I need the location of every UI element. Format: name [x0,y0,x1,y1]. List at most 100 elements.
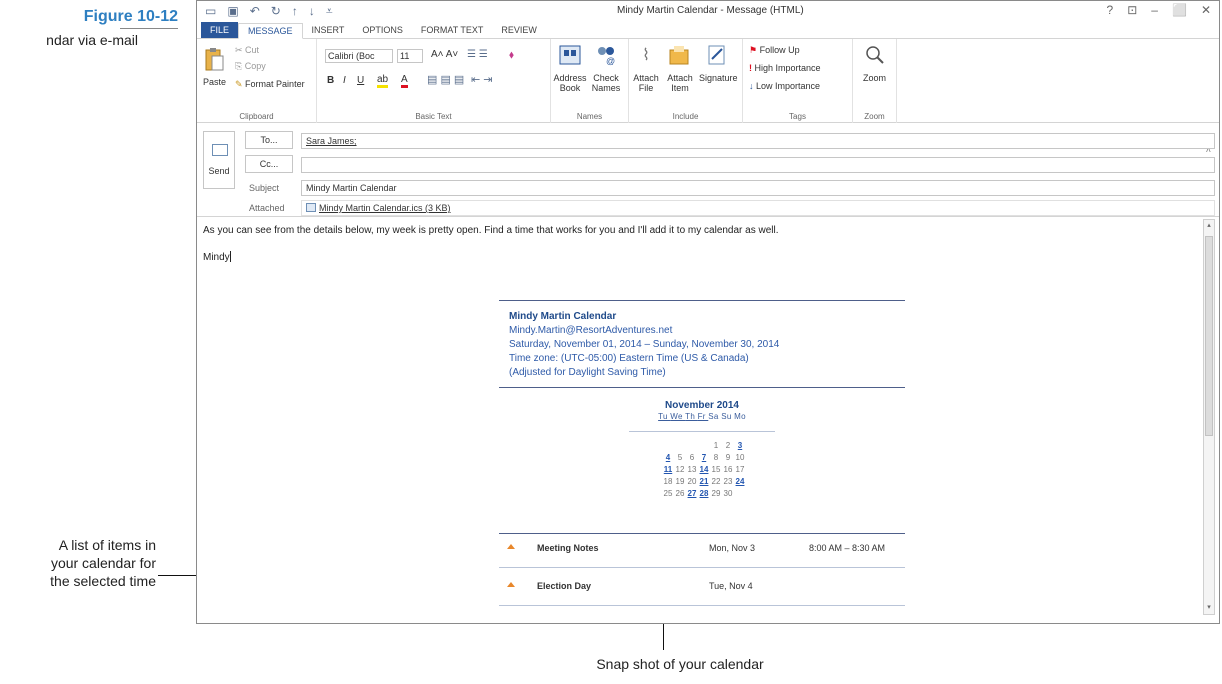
day-cell[interactable]: 27 [686,488,698,500]
underline-icon[interactable]: U [357,75,364,86]
tab-message[interactable]: MESSAGE [238,23,303,39]
calendar-item[interactable]: Meeting Notes Mon, Nov 3 8:00 AM – 8:30 AM [499,537,905,559]
save-icon[interactable]: ▣ [227,4,238,19]
cc-field[interactable] [301,157,1215,173]
attachment-link[interactable]: Mindy Martin Calendar.ics (3 KB) [319,203,451,213]
scroll-up-icon[interactable]: ▴ [1205,222,1213,230]
signature-icon[interactable] [705,43,729,67]
figure-caption: ndar via e-mail [46,32,138,48]
format-painter-button[interactable]: ✎ Format Painter [235,79,305,90]
day-cell: 18 [663,477,673,486]
weekday-header: Tu We Th Fr Sa Su Mo [499,412,905,421]
to-button[interactable]: To... [245,131,293,149]
cc-button[interactable]: Cc... [245,155,293,173]
font-color-icon[interactable]: A [401,74,408,88]
recipient-link[interactable]: Sara James; [306,136,357,146]
day-cell[interactable]: 3 [734,440,746,452]
signature-button[interactable]: Signature [699,73,738,83]
day-cell: 12 [675,465,685,474]
day-cell: 16 [723,465,733,474]
check-names-line: Check [593,73,619,83]
bullets-icon[interactable]: ☰ ☰ [467,49,488,60]
align-icons[interactable]: ▤ ▤ ▤ [427,73,464,86]
high-importance-button[interactable]: ! High Importance [749,63,821,73]
callout-line: your calendar for [50,555,156,571]
to-field[interactable]: Sara James; [301,133,1215,149]
calendar-item[interactable]: Election Day Tue, Nov 4 [499,575,905,597]
low-importance-button[interactable]: ↓ Low Importance [749,81,820,91]
send-button[interactable]: Send [203,131,235,189]
close-icon[interactable]: ✕ [1201,3,1211,17]
weekday-label: Su [721,412,735,421]
paste-icon[interactable] [203,45,225,73]
weekday-label: We [670,412,686,421]
items-top-rule [499,533,905,534]
flag-icon: ⚑ [749,45,760,55]
grow-shrink-font-icons[interactable]: A˄ A˅ [431,49,458,60]
highlight-icon[interactable]: ab [377,74,389,88]
minimize-icon[interactable]: – [1151,3,1158,17]
tab-review[interactable]: REVIEW [492,22,546,38]
address-book-icon[interactable] [557,43,583,67]
customize-qat-icon[interactable]: ⩡ [326,4,333,19]
subject-field[interactable]: Mindy Martin Calendar [301,180,1215,196]
attach-file-button[interactable]: Attach File [629,73,663,93]
address-book-button[interactable]: Address Book [553,73,587,93]
paperclip-icon[interactable]: ⌇ [635,43,657,67]
tab-options[interactable]: OPTIONS [353,22,412,38]
day-cell[interactable]: 7 [698,452,710,464]
day-cell: 22 [711,477,721,486]
cut-button[interactable]: ✂ Cut [235,45,259,56]
font-name-select[interactable]: Calibri (Boc [325,49,393,63]
down-arrow-icon[interactable]: ↓ [309,4,315,19]
day-cell [662,440,674,452]
vertical-scrollbar[interactable]: ▴ ▾ [1203,219,1215,615]
bold-icon[interactable]: B [327,75,334,86]
ribbon-tabs: FILE MESSAGE INSERT OPTIONS FORMAT TEXT … [197,21,1219,39]
tab-insert[interactable]: INSERT [303,22,354,38]
expand-triangle-icon[interactable] [507,582,515,587]
weekday-label: Tu [658,412,671,421]
scroll-down-icon[interactable]: ▾ [1205,604,1213,612]
check-names-button[interactable]: Check Names [589,73,623,93]
calendar-dst: (Adjusted for Daylight Saving Time) [509,367,666,378]
group-names: Address Book @ Check Names Names [551,39,629,123]
attach-item-button[interactable]: Attach Item [663,73,697,93]
copy-button[interactable]: ⎘ Copy [235,61,266,72]
message-body[interactable]: As you can see from the details below, m… [201,219,1201,615]
attach-item-icon[interactable] [667,43,691,67]
day-cell[interactable]: 4 [662,452,674,464]
expand-triangle-icon[interactable] [507,544,515,549]
attach-file-line: Attach [633,73,659,83]
clipboard-group-label: Clipboard [239,112,274,121]
high-importance-label: High Importance [754,63,821,73]
clear-format-icon[interactable]: ⬧ [509,49,514,62]
calendar-timezone: Time zone: (UTC-05:00) Eastern Time (US … [509,353,749,364]
day-cell[interactable]: 24 [734,476,746,488]
tab-format-text[interactable]: FORMAT TEXT [412,22,493,38]
day-cell[interactable]: 11 [662,464,674,476]
check-names-icon[interactable]: @ [593,43,619,67]
redo-icon[interactable]: ↻ [271,4,281,19]
indent-icons[interactable]: ⇤ ⇥ [471,73,493,86]
tab-file[interactable]: FILE [201,22,239,38]
paste-button[interactable]: Paste [203,77,226,87]
italic-icon[interactable]: I [343,75,346,86]
zoom-button[interactable]: Zoom [863,73,886,83]
undo-icon[interactable]: ↶ [250,4,260,19]
help-icon[interactable]: ? [1107,3,1114,17]
ribbon-display-icon[interactable]: ⊡ [1127,3,1137,17]
maximize-icon[interactable]: ⬜ [1172,3,1187,17]
font-size-select[interactable]: 11 [397,49,423,63]
calendar-snapshot: Mindy Martin Calendar Mindy.Martin@Resor… [499,300,905,623]
day-cell[interactable]: 14 [698,464,710,476]
scroll-thumb[interactable] [1205,236,1213,436]
up-arrow-icon[interactable]: ↑ [292,4,298,19]
svg-text:@: @ [606,56,615,66]
group-include: ⌇ Attach File Attach Item Signature Includ… [629,39,743,123]
day-cell [686,440,698,452]
day-cell[interactable]: 21 [698,476,710,488]
magnifier-icon[interactable] [863,43,887,67]
day-cell[interactable]: 28 [698,488,710,500]
follow-up-button[interactable]: ⚑ Follow Up [749,45,800,56]
